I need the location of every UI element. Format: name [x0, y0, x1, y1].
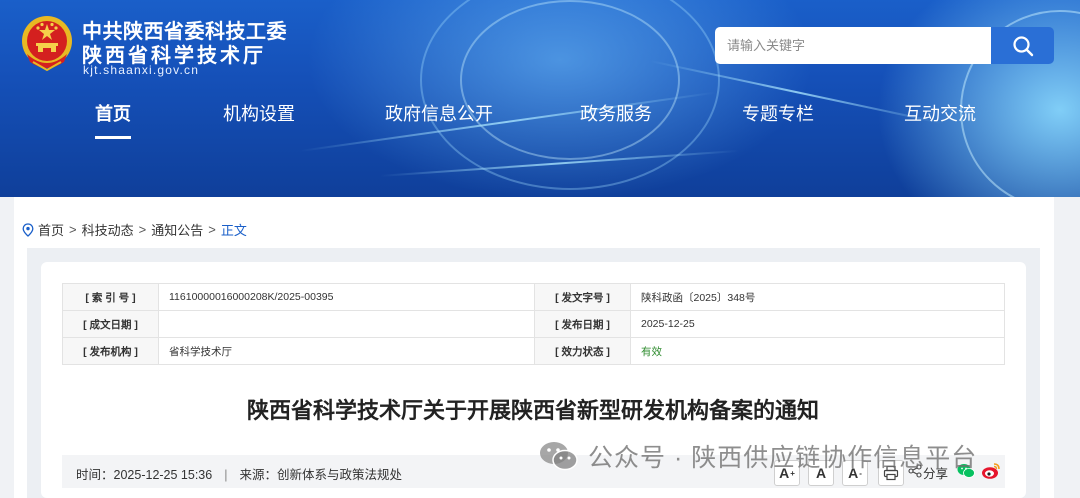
- written-date-label: [ 成文日期 ]: [62, 310, 159, 338]
- nav-item-organization[interactable]: 机构设置: [223, 100, 295, 126]
- index-value: 11610000016000208K/2025-00395: [158, 283, 535, 311]
- doc-number-value: 陕科政函〔2025〕348号: [630, 283, 1005, 311]
- nav-item-services[interactable]: 政务服务: [580, 100, 652, 126]
- written-date-value: [158, 310, 535, 338]
- breadcrumb-separator: >: [69, 222, 77, 237]
- article-info: 时间：2025-12-25 15:36 | 来源：创新体系与政策法规处: [76, 464, 402, 483]
- national-emblem-icon: [22, 16, 72, 72]
- table-row: [ 发布机构 ] 省科学技术厅 [ 效力状态 ] 有效: [62, 337, 1005, 365]
- article-title: 陕西省科学技术厅关于开展陕西省新型研发机构备案的通知: [246, 398, 819, 423]
- breadcrumb-home[interactable]: 首页: [38, 220, 64, 239]
- main-nav: 首页 机构设置 政府信息公开 政务服务 专题专栏 互动交流: [0, 100, 1080, 140]
- breadcrumb: 首页 > 科技动态 > 通知公告 > 正文: [22, 220, 247, 239]
- search-icon: [1012, 35, 1033, 56]
- nav-item-gov-info[interactable]: 政府信息公开: [385, 100, 493, 126]
- source-value: 创新体系与政策法规处: [276, 468, 402, 482]
- nav-item-topics[interactable]: 专题专栏: [742, 100, 814, 126]
- status-label: [ 效力状态 ]: [534, 337, 631, 365]
- breadcrumb-separator: >: [208, 222, 216, 237]
- source-label: 来源：: [239, 468, 277, 482]
- status-value: 有效: [630, 337, 1005, 365]
- watermark: 公众号 · 陕西供应链协作信息平台: [538, 436, 1048, 476]
- nav-item-home[interactable]: 首页: [95, 100, 131, 139]
- breadcrumb-current: 正文: [220, 223, 247, 238]
- time-label: 时间：: [76, 468, 114, 482]
- search-input[interactable]: [715, 27, 991, 64]
- doc-number-label: [ 发文字号 ]: [534, 283, 631, 311]
- watermark-text: 公众号 · 陕西供应链协作信息平台: [588, 444, 978, 472]
- publish-time: 2025-12-25 15:36: [113, 468, 213, 482]
- info-separator: |: [224, 468, 228, 482]
- publisher-value: 省科学技术厅: [158, 337, 535, 365]
- document-meta-table: [ 索 引 号 ] 11610000016000208K/2025-00395 …: [62, 283, 1005, 365]
- search-button[interactable]: [991, 27, 1054, 64]
- breadcrumb-notices[interactable]: 通知公告: [151, 220, 203, 239]
- nav-item-interaction[interactable]: 互动交流: [904, 100, 976, 126]
- publish-date-label: [ 发布日期 ]: [534, 310, 631, 338]
- location-pin-icon: [22, 222, 34, 237]
- publish-date-value: 2025-12-25: [630, 310, 1005, 338]
- site-domain: kjt.shaanxi.gov.cn: [83, 63, 200, 77]
- header-banner: 中共陕西省委科技工委 陕西省科学技术厅 kjt.shaanxi.gov.cn 首…: [0, 0, 1080, 197]
- publisher-label: [ 发布机构 ]: [62, 337, 159, 365]
- index-label: [ 索 引 号 ]: [62, 283, 159, 311]
- breadcrumb-tech-news[interactable]: 科技动态: [82, 220, 134, 239]
- wechat-watermark-icon: [540, 442, 578, 471]
- breadcrumb-separator: >: [138, 222, 147, 237]
- table-row: [ 索 引 号 ] 11610000016000208K/2025-00395 …: [62, 283, 1005, 311]
- table-row: [ 成文日期 ] [ 发布日期 ] 2025-12-25: [62, 310, 1005, 338]
